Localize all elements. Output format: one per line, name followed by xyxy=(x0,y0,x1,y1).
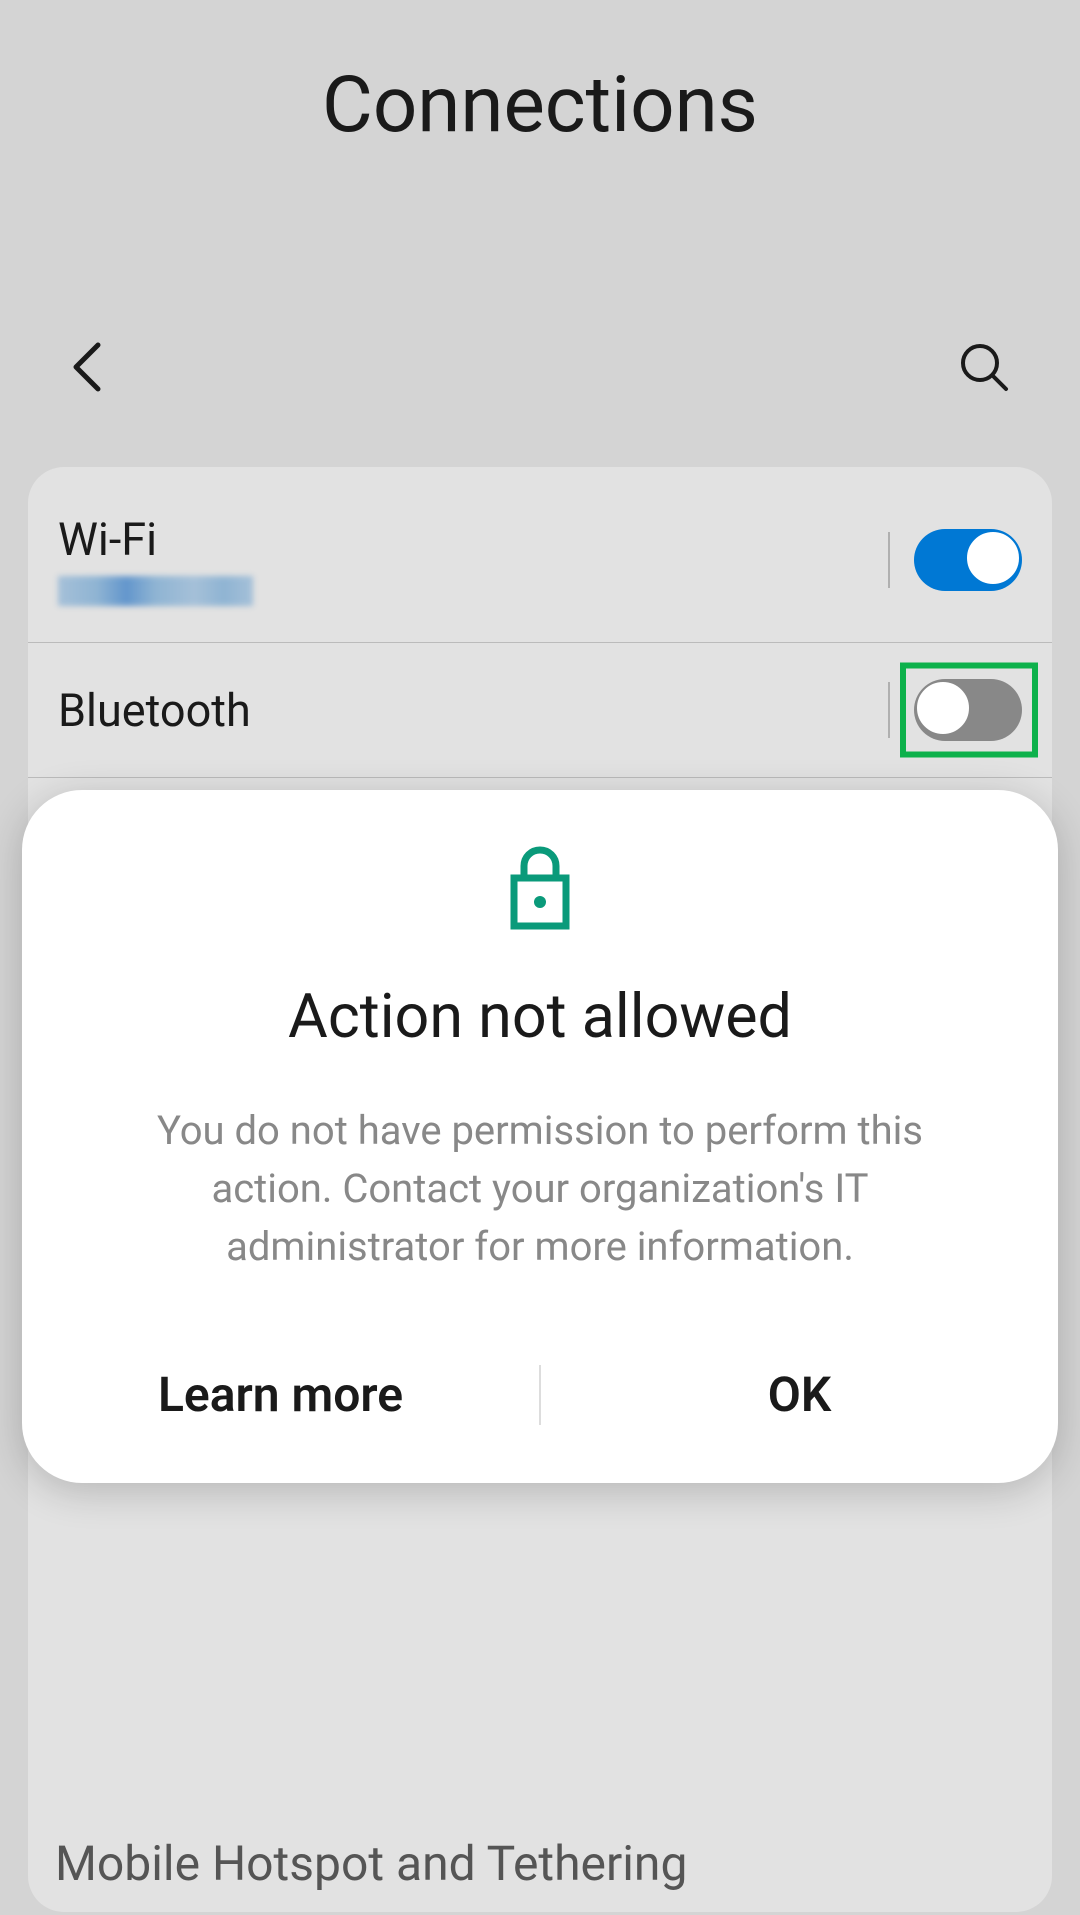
hotspot-label: Mobile Hotspot and Tethering xyxy=(55,1835,687,1892)
lock-icon xyxy=(507,846,573,930)
dialog-message: You do not have permission to perform th… xyxy=(82,1102,998,1276)
ok-button[interactable]: OK xyxy=(541,1356,1058,1433)
learn-more-button[interactable]: Learn more xyxy=(22,1356,539,1433)
wifi-toggle[interactable] xyxy=(914,529,1022,591)
search-button[interactable] xyxy=(958,341,1010,397)
dialog-title: Action not allowed xyxy=(82,980,998,1052)
wifi-label: Wi-Fi xyxy=(58,513,888,566)
action-not-allowed-dialog: Action not allowed You do not have permi… xyxy=(22,790,1058,1483)
back-button[interactable] xyxy=(70,341,102,397)
divider xyxy=(888,682,890,738)
wifi-item[interactable]: Wi-Fi xyxy=(28,467,1052,643)
wifi-network-redacted xyxy=(58,576,253,606)
divider xyxy=(888,532,890,588)
bluetooth-label: Bluetooth xyxy=(58,684,888,737)
chevron-left-icon xyxy=(70,341,102,393)
page-title: Connections xyxy=(0,60,1080,151)
toolbar xyxy=(0,341,1080,397)
highlight-box xyxy=(900,663,1038,758)
search-icon xyxy=(958,341,1010,393)
bluetooth-item[interactable]: Bluetooth xyxy=(28,643,1052,778)
